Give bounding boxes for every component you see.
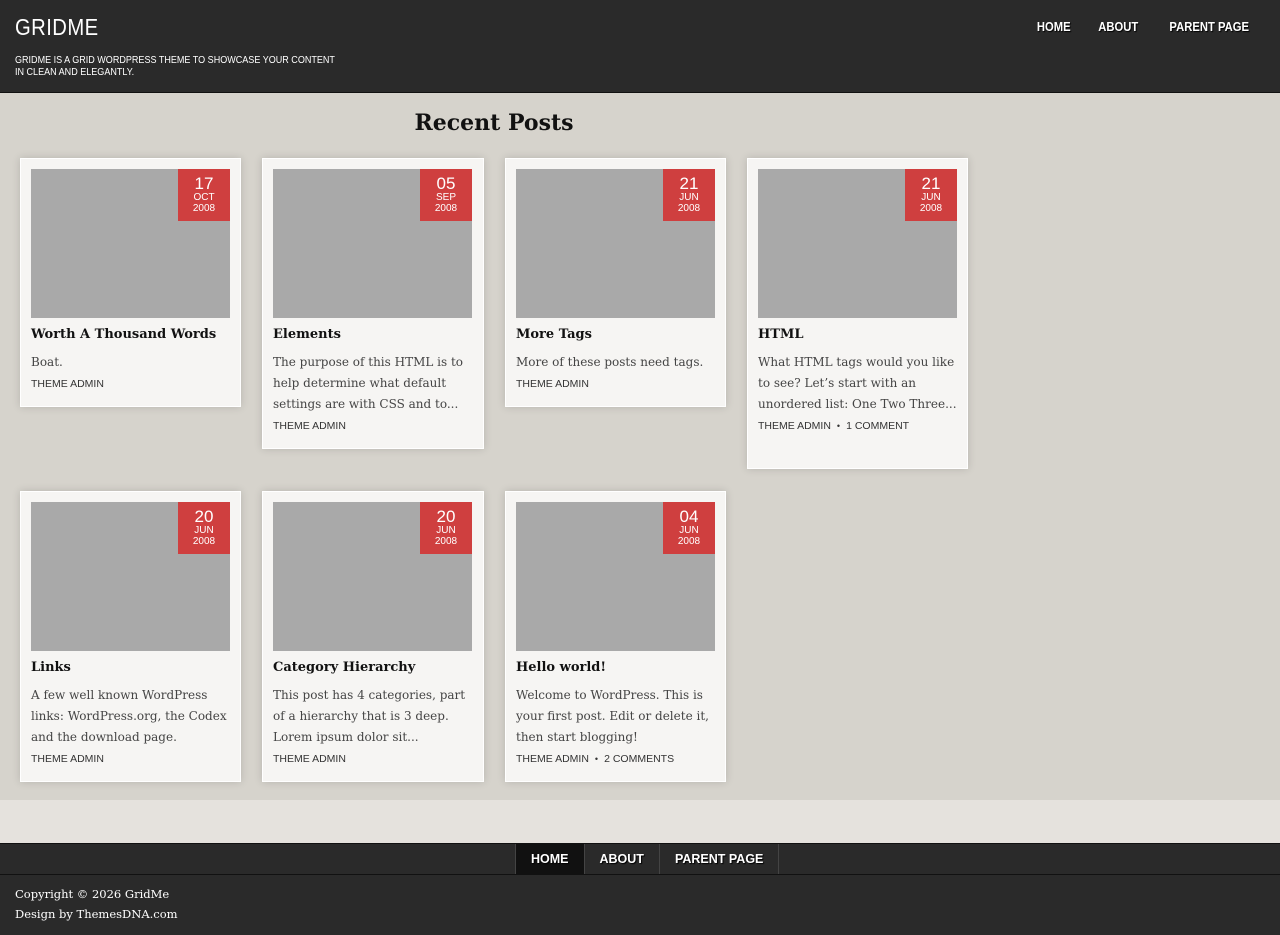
date-year: 2008 <box>434 203 458 214</box>
date-day: 20 <box>194 507 214 526</box>
footer-nav-parent-page[interactable]: PARENT PAGE <box>660 844 780 874</box>
post-title[interactable]: Links <box>31 659 230 677</box>
post-thumbnail[interactable]: 04 JUN 2008 <box>516 502 715 651</box>
post-title[interactable]: HTML <box>758 326 957 344</box>
post-author[interactable]: THEME ADMIN <box>273 420 346 432</box>
post-excerpt: The purpose of this HTML is to help dete… <box>273 355 464 411</box>
post-meta: THEME ADMIN <box>31 753 230 765</box>
post-card: 21 JUN 2008 More Tags More of these post… <box>505 158 726 407</box>
post-card: 05 SEP 2008 Elements The purpose of this… <box>262 158 484 449</box>
post-excerpt: Boat. <box>31 355 63 369</box>
post-thumbnail[interactable]: 21 JUN 2008 <box>758 169 957 318</box>
post-comments[interactable]: 1 COMMENT <box>846 420 909 432</box>
post-meta: THEME ADMIN <box>273 420 473 432</box>
post-title[interactable]: Hello world! <box>516 659 715 677</box>
post-title[interactable]: Elements <box>273 326 473 344</box>
date-month: OCT <box>193 192 215 203</box>
date-badge: 20 JUN 2008 <box>420 502 472 554</box>
post-comments[interactable]: 2 COMMENTS <box>604 753 674 765</box>
post-card: 04 JUN 2008 Hello world! Welcome to Word… <box>505 491 726 782</box>
nav-about[interactable]: ABOUT <box>1088 20 1150 34</box>
post-author[interactable]: THEME ADMIN <box>31 378 104 390</box>
post-author[interactable]: THEME ADMIN <box>31 753 104 765</box>
post-excerpt: A few well known WordPress links: WordPr… <box>31 688 227 744</box>
post-card: 20 JUN 2008 Category Hierarchy This post… <box>262 491 484 782</box>
date-badge: 05 SEP 2008 <box>420 169 472 221</box>
post-author[interactable]: THEME ADMIN <box>516 378 589 390</box>
date-year: 2008 <box>677 203 701 214</box>
date-badge: 20 JUN 2008 <box>178 502 230 554</box>
post-author[interactable]: THEME ADMIN <box>516 753 589 765</box>
post-title[interactable]: More Tags <box>516 326 715 344</box>
site-footer: Copyright © 2026 GridMe Design by Themes… <box>0 875 1280 935</box>
footer-nav-about[interactable]: ABOUT <box>585 844 660 874</box>
date-month: JUN <box>679 525 699 536</box>
site-tagline: GRIDME IS A GRID WORDPRESS THEME TO SHOW… <box>15 54 335 78</box>
post-title[interactable]: Category Hierarchy <box>273 659 473 677</box>
post-card: 17 OCT 2008 Worth A Thousand Words Boat.… <box>20 158 241 407</box>
post-meta: THEME ADMIN • 1 COMMENT <box>758 420 957 432</box>
footer-nav-home[interactable]: HOME <box>515 844 585 874</box>
date-day: 04 <box>679 507 699 526</box>
post-excerpt: Welcome to WordPress. This is your first… <box>516 688 709 744</box>
post-thumbnail[interactable]: 20 JUN 2008 <box>31 502 230 651</box>
post-author[interactable]: THEME ADMIN <box>273 753 346 765</box>
date-month: JUN <box>679 192 699 203</box>
nav-parent-page[interactable]: PARENT PAGE <box>1158 20 1259 34</box>
date-year: 2008 <box>919 203 943 214</box>
date-day: 20 <box>436 507 456 526</box>
footer-nav-bar: HOME ABOUT PARENT PAGE <box>0 843 1280 875</box>
post-thumbnail[interactable]: 20 JUN 2008 <box>273 502 472 651</box>
meta-separator: • <box>836 421 841 431</box>
post-meta: THEME ADMIN <box>31 378 230 390</box>
post-thumbnail[interactable]: 17 OCT 2008 <box>31 169 230 318</box>
post-title[interactable]: Worth A Thousand Words <box>31 326 230 344</box>
post-meta: THEME ADMIN • 2 COMMENTS <box>516 753 715 765</box>
date-month: SEP <box>435 192 456 203</box>
post-meta: THEME ADMIN <box>273 753 473 765</box>
footer-nav: HOME ABOUT PARENT PAGE <box>515 844 780 874</box>
date-year: 2008 <box>192 536 216 547</box>
date-day: 05 <box>436 174 456 193</box>
date-badge: 21 JUN 2008 <box>663 169 715 221</box>
meta-separator: • <box>594 754 599 764</box>
date-badge: 04 JUN 2008 <box>663 502 715 554</box>
post-excerpt: What HTML tags would you like to see? Le… <box>758 355 957 411</box>
post-card: 20 JUN 2008 Links A few well known WordP… <box>20 491 241 782</box>
post-thumbnail[interactable]: 21 JUN 2008 <box>516 169 715 318</box>
section-title: Recent Posts <box>414 110 574 136</box>
copyright-text: Copyright © 2026 GridMe <box>15 887 170 901</box>
primary-nav: HOME ABOUT PARENT PAGE <box>1023 20 1265 34</box>
date-day: 17 <box>194 174 214 193</box>
design-credit[interactable]: Design by ThemesDNA.com <box>15 907 178 921</box>
post-thumbnail[interactable]: 05 SEP 2008 <box>273 169 472 318</box>
date-badge: 21 JUN 2008 <box>905 169 957 221</box>
date-day: 21 <box>679 174 699 193</box>
post-author[interactable]: THEME ADMIN <box>758 420 831 432</box>
post-meta: THEME ADMIN <box>516 378 715 390</box>
nav-home[interactable]: HOME <box>1026 20 1081 34</box>
date-month: JUN <box>436 525 456 536</box>
post-excerpt: More of these posts need tags. <box>516 355 704 369</box>
date-month: JUN <box>194 525 214 536</box>
post-card: 21 JUN 2008 HTML What HTML tags would yo… <box>747 158 968 469</box>
date-year: 2008 <box>434 536 458 547</box>
site-header: GRIDME GRIDME IS A GRID WORDPRESS THEME … <box>0 0 1280 93</box>
date-day: 21 <box>921 174 941 193</box>
post-excerpt: This post has 4 categories, part of a hi… <box>273 688 466 744</box>
site-title[interactable]: GRIDME <box>15 14 99 41</box>
date-badge: 17 OCT 2008 <box>178 169 230 221</box>
date-year: 2008 <box>192 203 216 214</box>
date-year: 2008 <box>677 536 701 547</box>
date-month: JUN <box>921 192 941 203</box>
